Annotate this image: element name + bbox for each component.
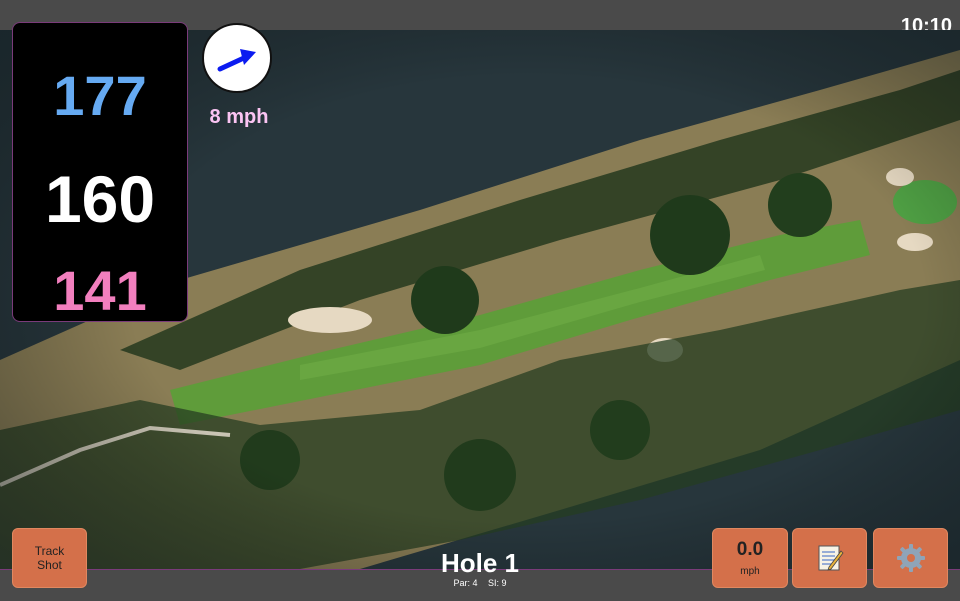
track-shot-button[interactable]: Track Shot (12, 528, 87, 588)
hole-par: Par: 4 (453, 578, 478, 588)
hole-title: Hole 1 (440, 548, 520, 578)
distance-front: 141 (53, 259, 147, 322)
distance-middle: 160 (44, 162, 156, 236)
track-shot-label-line1: Track (34, 544, 65, 558)
wind-arrow-icon (217, 49, 256, 72)
speed-value: 0.0 (736, 538, 764, 560)
notepad-icon (818, 545, 844, 571)
speed-button[interactable]: 0.0 mph (712, 528, 788, 588)
hole-info: Hole 1 Par: 4 SI: 9 (400, 548, 560, 588)
gear-icon (896, 544, 925, 572)
distance-panel: 177 160 141 (12, 22, 188, 322)
notes-button[interactable] (792, 528, 867, 588)
speed-unit: mph (740, 565, 760, 577)
wind-speed: 8 mph (209, 106, 269, 128)
hole-meta: Par: 4 SI: 9 (400, 578, 560, 588)
track-shot-label-line2: Shot (37, 558, 62, 572)
settings-button[interactable] (873, 528, 948, 588)
wind-direction-dial (202, 23, 272, 93)
hole-stroke-index: SI: 9 (488, 578, 507, 588)
distance-back: 177 (53, 64, 147, 127)
